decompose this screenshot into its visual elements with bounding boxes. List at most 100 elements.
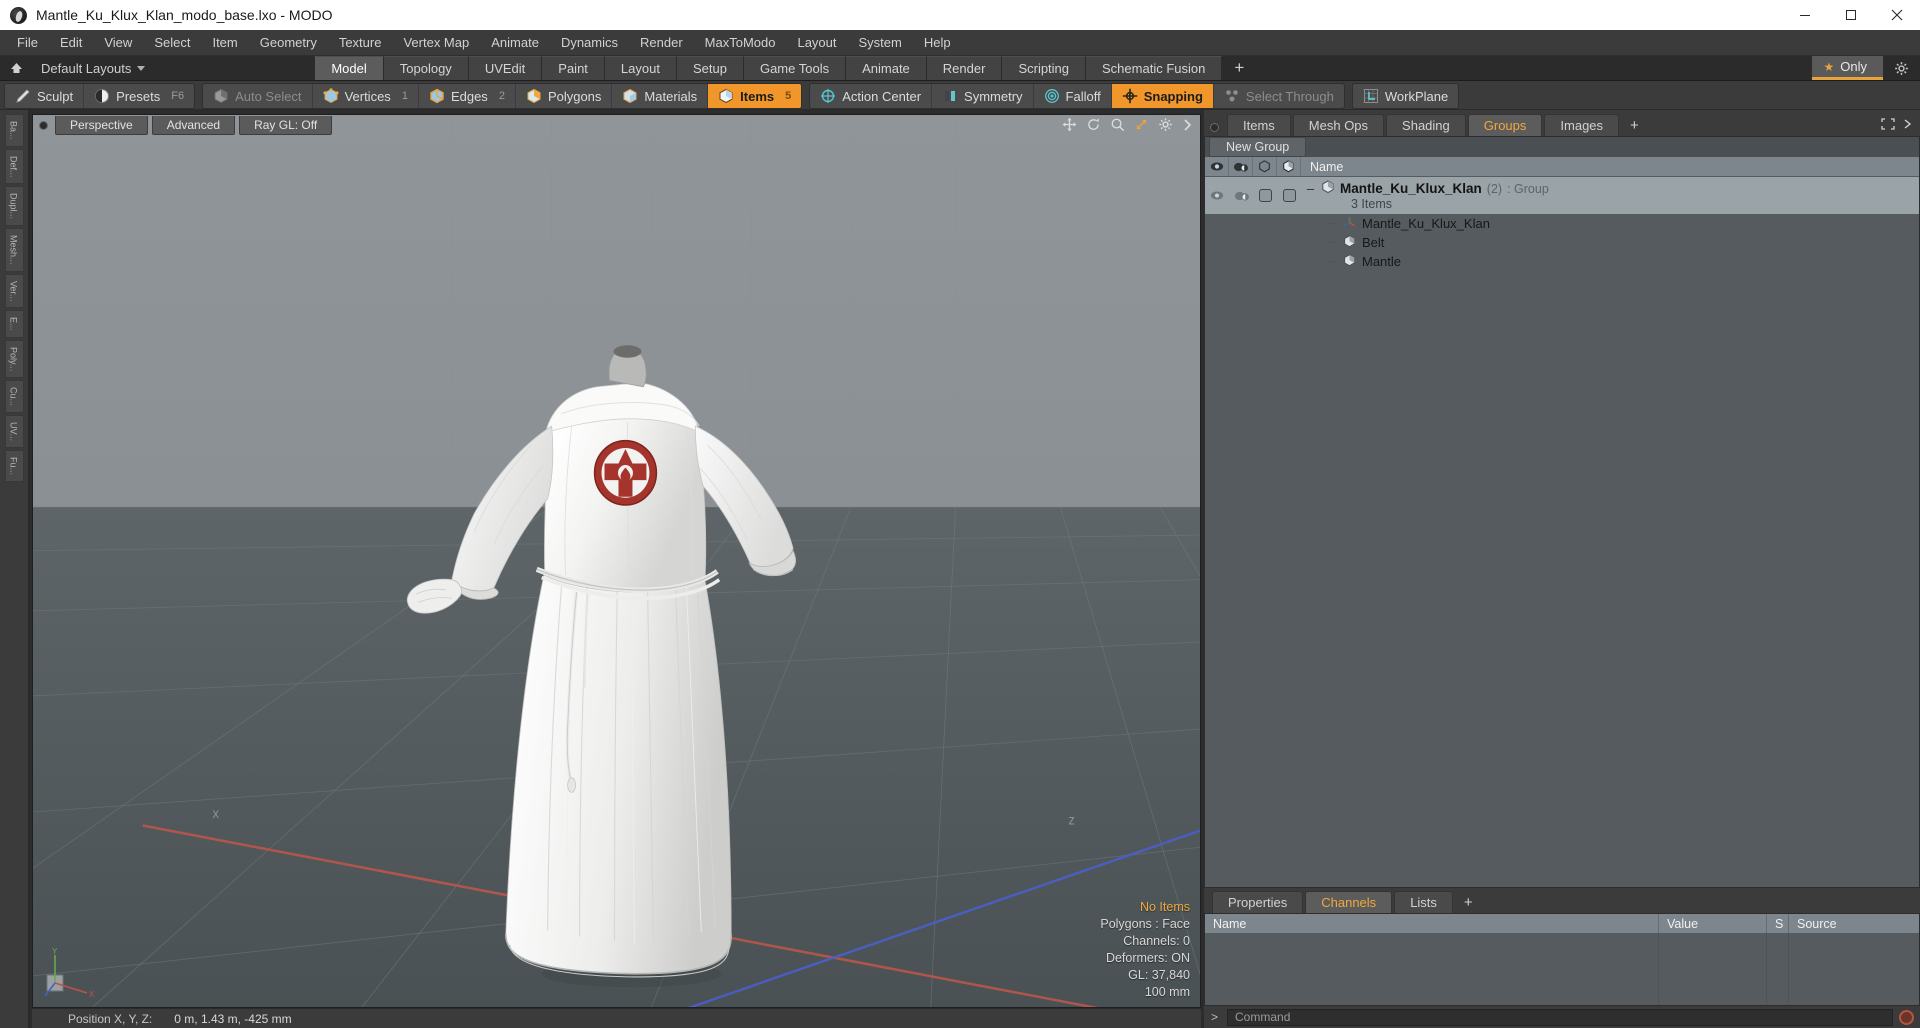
toolbar-button-vertices[interactable]: Vertices 1 xyxy=(313,84,419,108)
list-item[interactable]: Mantle xyxy=(1205,252,1919,271)
toolbar-button-falloff[interactable]: Falloff xyxy=(1034,84,1112,108)
row-lock-checkbox[interactable] xyxy=(1253,177,1277,214)
toolbar-button-edges[interactable]: Edges 2 xyxy=(419,84,516,108)
viewport-tab-perspective[interactable]: Perspective xyxy=(55,116,148,135)
add-bottom-tab-button[interactable]: + xyxy=(1455,892,1482,913)
maximize-panel-icon[interactable] xyxy=(1881,118,1895,133)
gear-icon[interactable] xyxy=(1158,117,1173,135)
left-tool-tab-2[interactable]: Dupl... xyxy=(4,186,24,227)
default-layouts-dropdown[interactable]: Default Layouts xyxy=(32,56,154,80)
left-tool-tab-9[interactable]: Fu... xyxy=(4,450,24,483)
move-icon[interactable] xyxy=(1062,117,1077,135)
menu-item-render[interactable]: Render xyxy=(629,32,694,53)
menu-item-file[interactable]: File xyxy=(6,32,49,53)
home-icon[interactable] xyxy=(0,56,32,80)
toolbar-button-workplane[interactable]: WorkPlane xyxy=(1353,84,1458,108)
menu-item-select[interactable]: Select xyxy=(143,32,201,53)
menu-item-edit[interactable]: Edit xyxy=(49,32,93,53)
layout-tab-scripting[interactable]: Scripting xyxy=(1002,56,1087,80)
layout-tab-model[interactable]: Model xyxy=(314,56,384,80)
viewport-tab-raygl[interactable]: Ray GL: Off xyxy=(239,116,333,135)
menu-item-layout[interactable]: Layout xyxy=(786,32,847,53)
zoom-icon[interactable] xyxy=(1110,117,1125,135)
toolbar-button-sculpt[interactable]: Sculpt xyxy=(5,84,85,108)
layout-tab-topology[interactable]: Topology xyxy=(383,56,469,80)
left-tool-tab-4[interactable]: Ver... xyxy=(4,273,24,309)
menu-item-system[interactable]: System xyxy=(848,32,913,53)
row-eye-toggle[interactable] xyxy=(1205,177,1229,214)
stat-selection: No Items xyxy=(1139,900,1190,914)
viewport-tab-advanced[interactable]: Advanced xyxy=(151,116,236,135)
tab-shading[interactable]: Shading xyxy=(1386,114,1466,136)
layout-tab-schematic-fusion[interactable]: Schematic Fusion xyxy=(1086,56,1223,80)
left-tool-tab-8[interactable]: UV... xyxy=(4,414,24,449)
add-panel-tab-button[interactable]: + xyxy=(1621,115,1648,136)
toolbar-button-symmetry[interactable]: Symmetry xyxy=(932,84,1034,108)
menu-item-dynamics[interactable]: Dynamics xyxy=(550,32,629,53)
channels-table-body[interactable] xyxy=(1205,933,1919,1005)
new-group-button[interactable]: New Group xyxy=(1209,137,1307,157)
menu-item-vertex-map[interactable]: Vertex Map xyxy=(392,32,480,53)
fit-icon[interactable] xyxy=(1134,117,1149,135)
layout-tab-uvedit[interactable]: UVEdit xyxy=(468,56,543,80)
layout-tab-animate[interactable]: Animate xyxy=(846,56,927,80)
left-tool-tab-1[interactable]: Def... xyxy=(4,148,24,185)
group-child-items: Mantle_Ku_Klux_Klan Belt Mantle xyxy=(1205,214,1919,271)
command-input[interactable]: Command xyxy=(1227,1008,1893,1026)
menu-item-maxtomodo[interactable]: MaxToModo xyxy=(694,32,787,53)
tab-mesh-ops[interactable]: Mesh Ops xyxy=(1292,114,1385,136)
add-layout-tab-button[interactable]: + xyxy=(1222,56,1257,80)
left-tool-tab-3[interactable]: Mesh... xyxy=(4,228,24,272)
left-tool-tab-5[interactable]: E... xyxy=(4,310,24,338)
tab-lists[interactable]: Lists xyxy=(1394,891,1453,913)
left-tool-tab-6[interactable]: Poly... xyxy=(4,339,24,378)
toolbar-button-auto-select[interactable]: Auto Select xyxy=(203,84,313,108)
tab-channels[interactable]: Channels xyxy=(1305,891,1393,913)
tab-images[interactable]: Images xyxy=(1544,114,1620,136)
layout-tab-paint[interactable]: Paint xyxy=(542,56,605,80)
toolbar-button-action-center[interactable]: Action Center xyxy=(810,84,933,108)
chevron-right-icon[interactable] xyxy=(1903,118,1912,133)
list-item[interactable]: Belt xyxy=(1205,233,1919,252)
toolbar-button-materials[interactable]: Materials xyxy=(612,84,709,108)
toolbar-button-label: WorkPlane xyxy=(1384,88,1449,104)
viewport-menu-dot[interactable] xyxy=(39,121,48,130)
toolbar-button-items[interactable]: Items 5 xyxy=(708,84,802,108)
layout-tab-setup[interactable]: Setup xyxy=(676,56,744,80)
layout-tab-render[interactable]: Render xyxy=(926,56,1003,80)
record-icon[interactable] xyxy=(1899,1009,1914,1025)
minimize-button[interactable] xyxy=(1782,0,1828,30)
collapse-toggle-icon[interactable]: – xyxy=(1305,181,1316,196)
toolbar-button-snapping[interactable]: Snapping xyxy=(1111,84,1214,108)
only-toggle-button[interactable]: ★ Only xyxy=(1811,56,1883,80)
right-panel-menu-dot[interactable] xyxy=(1210,123,1219,132)
bottom-panel-tabs: Properties Channels Lists + xyxy=(1204,891,1920,913)
menu-item-animate[interactable]: Animate xyxy=(480,32,550,53)
tab-properties[interactable]: Properties xyxy=(1212,891,1304,913)
menu-item-view[interactable]: View xyxy=(93,32,143,53)
menu-item-item[interactable]: Item xyxy=(201,32,248,53)
row-shade-checkbox[interactable] xyxy=(1277,177,1301,214)
toolbar-button-polygons[interactable]: Polygons xyxy=(516,84,613,108)
list-item[interactable]: Mantle_Ku_Klux_Klan xyxy=(1205,214,1919,233)
rotate-icon[interactable] xyxy=(1086,117,1101,135)
layout-tab-game-tools[interactable]: Game Tools xyxy=(743,56,847,80)
3d-viewport[interactable]: x z Perspective Advanced Ray GL: Off No … xyxy=(32,114,1201,1008)
gear-icon[interactable] xyxy=(1883,61,1920,76)
left-tool-tab-0[interactable]: Ba... xyxy=(4,114,24,147)
star-icon: ★ xyxy=(1823,59,1835,74)
close-button[interactable] xyxy=(1874,0,1920,30)
maximize-button[interactable] xyxy=(1828,0,1874,30)
toolbar-button-select-through[interactable]: Select Through xyxy=(1214,84,1344,108)
row-render-toggle[interactable] xyxy=(1229,177,1253,214)
left-tool-tab-7[interactable]: Cu... xyxy=(4,379,24,413)
menu-item-texture[interactable]: Texture xyxy=(328,32,393,53)
menu-item-geometry[interactable]: Geometry xyxy=(249,32,328,53)
table-row[interactable]: – Mantle_Ku_Klux_Klan (2) : Group 3 Item… xyxy=(1205,177,1919,214)
tab-groups[interactable]: Groups xyxy=(1467,114,1543,136)
tab-items[interactable]: Items xyxy=(1227,114,1291,136)
layout-tab-layout[interactable]: Layout xyxy=(604,56,677,80)
toolbar-button-presets[interactable]: Presets F6 xyxy=(84,84,194,108)
menu-item-help[interactable]: Help xyxy=(913,32,962,53)
chevron-right-icon[interactable] xyxy=(1182,118,1192,135)
